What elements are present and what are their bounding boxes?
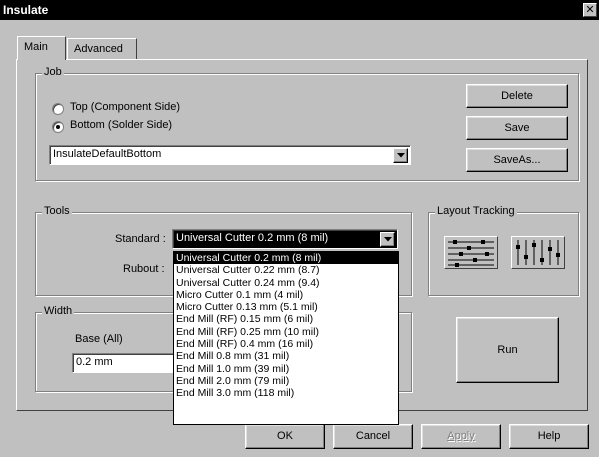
delete-button[interactable]: Delete	[466, 84, 568, 108]
list-item[interactable]: Universal Cutter 0.22 mm (8.7)	[174, 264, 398, 276]
width-group-label: Width	[42, 305, 75, 317]
rubout-label: Rubout :	[123, 263, 165, 275]
radio-top-label: Top (Component Side)	[70, 101, 181, 113]
job-preset-dropdown[interactable]: InsulateDefaultBottom	[49, 145, 411, 165]
tab-advanced-label: Advanced	[74, 43, 123, 55]
list-item[interactable]: Micro Cutter 0.1 mm (4 mil)	[174, 289, 398, 301]
standard-tool-value: Universal Cutter 0.2 mm (8 mil)	[176, 232, 329, 244]
list-item[interactable]: Universal Cutter 0.2 mm (8 mil)	[174, 252, 398, 265]
window-title: Insulate	[3, 3, 49, 17]
list-item[interactable]: Universal Cutter 0.24 mm (9.4)	[174, 277, 398, 289]
list-item[interactable]: End Mill (RF) 0.4 mm (16 mil)	[174, 338, 398, 350]
vertical-tracks-icon[interactable]	[511, 236, 565, 269]
ok-button[interactable]: OK	[245, 424, 325, 449]
job-preset-value: InsulateDefaultBottom	[53, 148, 162, 160]
cancel-button[interactable]: Cancel	[333, 424, 413, 449]
save-as-button[interactable]: SaveAs...	[466, 148, 568, 172]
chevron-down-icon[interactable]	[393, 148, 408, 163]
save-button[interactable]: Save	[466, 116, 568, 140]
base-width-value: 0.2 mm	[76, 356, 113, 368]
list-item[interactable]: End Mill 0.8 mm (31 mil)	[174, 350, 398, 362]
standard-tool-dropdown[interactable]: Universal Cutter 0.2 mm (8 mil)	[172, 229, 398, 249]
chevron-down-icon[interactable]	[380, 232, 395, 247]
tool-dropdown-list[interactable]: Universal Cutter 0.2 mm (8 mil) Universa…	[173, 251, 399, 425]
job-group-label: Job	[42, 66, 64, 78]
close-button[interactable]: ✕	[583, 3, 597, 17]
list-item[interactable]: Micro Cutter 0.13 mm (5.1 mil)	[174, 301, 398, 313]
radio-bottom-label: Bottom (Solder Side)	[70, 119, 173, 131]
run-button[interactable]: Run	[456, 317, 559, 383]
radio-bottom-side[interactable]	[52, 121, 64, 133]
horizontal-tracks-icon[interactable]	[444, 236, 498, 269]
base-all-label: Base (All)	[75, 333, 123, 345]
list-item[interactable]: End Mill 2.0 mm (79 mil)	[174, 375, 398, 387]
help-button[interactable]: Help	[509, 424, 589, 449]
list-item[interactable]: End Mill (RF) 0.15 mm (6 mil)	[174, 313, 398, 325]
tab-advanced[interactable]: Advanced	[67, 38, 137, 60]
list-item[interactable]: End Mill (RF) 0.25 mm (10 mil)	[174, 326, 398, 338]
tab-main[interactable]: Main	[17, 36, 66, 60]
apply-button[interactable]: Apply	[421, 424, 501, 449]
tab-main-label: Main	[24, 41, 48, 53]
tools-group-label: Tools	[42, 205, 72, 217]
base-width-input[interactable]: 0.2 mm	[72, 353, 177, 373]
layout-tracking-label: Layout Tracking	[435, 205, 517, 217]
radio-top-side[interactable]	[52, 103, 64, 115]
standard-label: Standard :	[115, 233, 166, 245]
list-item[interactable]: End Mill 1.0 mm (39 mil)	[174, 363, 398, 375]
title-bar: Insulate ✕	[0, 0, 599, 20]
list-item[interactable]: End Mill 3.0 mm (118 mil)	[174, 387, 398, 399]
